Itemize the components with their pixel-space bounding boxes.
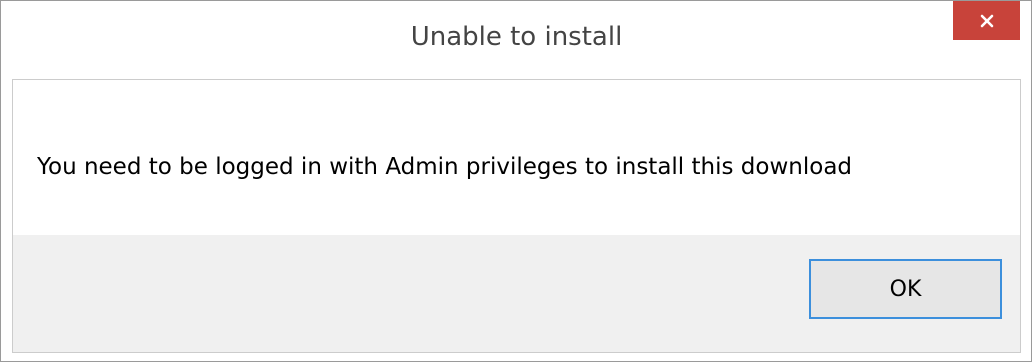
close-icon <box>980 14 993 27</box>
button-bar: OK <box>13 235 1020 352</box>
title-bar: Unable to install <box>12 1 1021 79</box>
close-button[interactable] <box>953 1 1020 40</box>
dialog-content: You need to be logged in with Admin priv… <box>12 79 1021 353</box>
message-area: You need to be logged in with Admin priv… <box>13 80 1020 235</box>
dialog-title: Unable to install <box>410 22 623 52</box>
unable-to-install-dialog: Unable to install You need to be logged … <box>0 0 1032 362</box>
error-message: You need to be logged in with Admin priv… <box>37 154 853 180</box>
ok-button[interactable]: OK <box>809 259 1002 319</box>
